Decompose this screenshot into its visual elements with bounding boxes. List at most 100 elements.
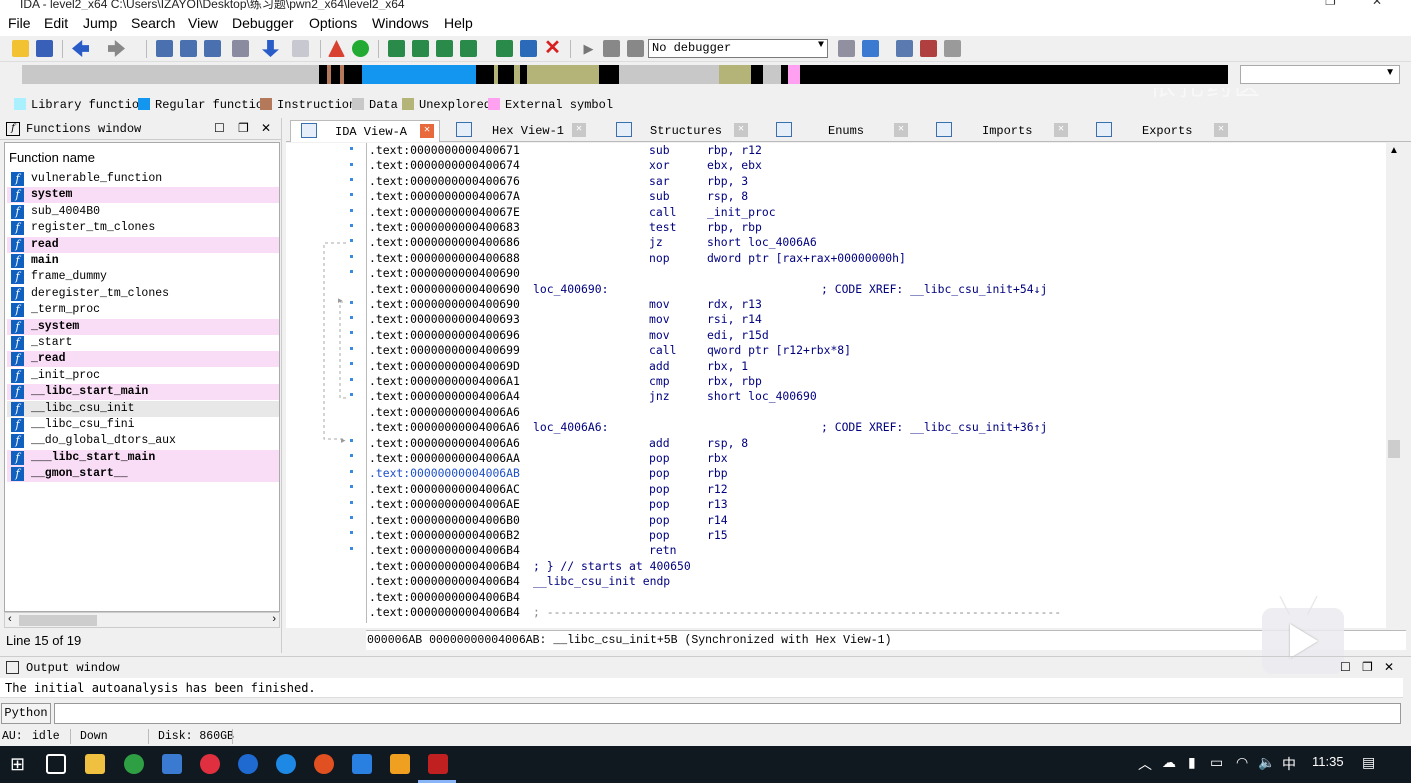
float-icon[interactable]: ❐ — [1362, 660, 1373, 674]
disasm-line[interactable]: .text:00000000004006AC pop r12 — [369, 482, 728, 497]
find-binary-icon[interactable] — [180, 40, 197, 57]
windows-start-icon[interactable]: ⊞ — [10, 754, 30, 774]
app-icon-2[interactable] — [200, 754, 220, 774]
disasm-line[interactable]: .text:00000000004006AE pop r13 — [369, 497, 728, 512]
disasm-line[interactable]: .text:0000000000400674 xor ebx, ebx — [369, 158, 762, 173]
close-icon[interactable]: ✕ — [1384, 660, 1394, 674]
clock[interactable]: 11:35 — [1312, 754, 1344, 769]
app-icon-7[interactable] — [390, 754, 410, 774]
stop-icon[interactable] — [627, 40, 644, 57]
disasm-line[interactable]: .text:00000000004006AA pop rbx — [369, 451, 728, 466]
find-immediate-icon[interactable] — [204, 40, 221, 57]
maximize-icon[interactable]: ☐ — [214, 121, 225, 135]
close-icon[interactable]: ✕ — [1372, 0, 1382, 8]
tab-imports[interactable]: Imports ✕ — [926, 120, 1076, 142]
tools-icon[interactable] — [944, 40, 961, 57]
save-icon[interactable] — [36, 40, 53, 57]
function-row[interactable]: f __do_global_dtors_aux — [7, 433, 279, 449]
column-header-function-name[interactable]: Function name — [9, 150, 95, 165]
disasm-line[interactable]: .text:00000000004006B4 retn — [369, 543, 676, 558]
python-button[interactable]: Python — [1, 703, 51, 724]
back-arrow-icon[interactable] — [72, 40, 89, 57]
disasm-line[interactable]: .text:00000000004006B0 pop r14 — [369, 513, 728, 528]
close-icon[interactable]: ✕ — [420, 124, 434, 138]
app-icon-5[interactable] — [314, 754, 334, 774]
function-row[interactable]: f deregister_tm_clones — [7, 286, 279, 302]
function-row[interactable]: f _read — [7, 351, 279, 368]
disasm-line[interactable]: .text:0000000000400683 test rbp, rbp — [369, 220, 762, 235]
jump-down-icon[interactable] — [262, 40, 279, 57]
menu-search[interactable]: Search — [131, 15, 175, 31]
power-icon[interactable]: ▭ — [1210, 754, 1223, 771]
disasm-line[interactable]: .text:00000000004006A4 jnz short loc_40069… — [369, 389, 817, 404]
disasm-line[interactable]: .text:000000000040069D add rbx, 1 — [369, 359, 748, 374]
debug-option-icon[interactable] — [838, 40, 855, 57]
refresh-icon[interactable] — [862, 40, 879, 57]
function-row[interactable]: f __gmon_start__ — [7, 466, 279, 483]
menu-jump[interactable]: Jump — [83, 15, 117, 31]
disasm-line[interactable]: .text:0000000000400688 nop dword ptr [rax+… — [369, 251, 906, 266]
ida-view-a[interactable]: ▸ ▸ .text:0000000000400671 sub rbp, r12 .te… — [286, 143, 1401, 648]
disasm-line[interactable]: .text:00000000004006B4 — [369, 590, 520, 605]
patch-icon[interactable] — [520, 40, 537, 57]
circle-icon[interactable] — [352, 40, 369, 57]
function-row[interactable]: f __libc_csu_init — [7, 400, 279, 417]
disasm-line[interactable]: .text:0000000000400690 — [369, 266, 520, 281]
func-icon-3[interactable] — [436, 40, 453, 57]
disasm-line[interactable]: .text:00000000004006A6 loc_4006A6: ; CODE … — [369, 420, 1047, 435]
delete-icon[interactable]: ✕ — [544, 38, 561, 58]
menu-debugger[interactable]: Debugger — [232, 15, 294, 31]
close-icon[interactable]: ✕ — [1214, 123, 1228, 137]
app-icon-3[interactable] — [238, 754, 258, 774]
function-row[interactable]: f vulnerable_function — [7, 171, 279, 187]
function-row[interactable]: f system — [7, 187, 279, 204]
scroll-left-icon[interactable]: ‹ — [8, 613, 12, 625]
disasm-vscrollbar[interactable]: ▲ ▼ — [1386, 143, 1401, 648]
functions-list[interactable]: Function name f vulnerable_function f syste… — [4, 142, 280, 612]
function-row[interactable]: f __libc_start_main — [7, 384, 279, 401]
function-row[interactable]: f __libc_csu_fini — [7, 417, 279, 433]
float-icon[interactable]: ❐ — [238, 121, 249, 135]
function-row[interactable]: f sub_4004B0 — [7, 204, 279, 220]
function-row[interactable]: f register_tm_clones — [7, 220, 279, 236]
disasm-line[interactable]: .text:0000000000400690 mov rdx, r13 — [369, 297, 762, 312]
disasm-line[interactable]: .text:0000000000400671 sub rbp, r12 — [369, 143, 762, 158]
disasm-line[interactable]: .text:00000000004006A6 — [369, 405, 520, 420]
pause-icon[interactable] — [603, 40, 620, 57]
search-next-icon[interactable] — [232, 40, 249, 57]
forward-arrow-icon[interactable] — [108, 40, 125, 57]
app-icon-1[interactable] — [162, 754, 182, 774]
app-icon-6[interactable] — [352, 754, 372, 774]
debugger-select[interactable]: No debugger ▼ — [648, 39, 828, 58]
wifi-icon[interactable]: ◠ — [1236, 754, 1248, 771]
menu-file[interactable]: File — [8, 15, 31, 31]
run-icon[interactable]: ▶ — [580, 40, 597, 57]
function-row[interactable]: f main — [7, 253, 279, 269]
close-icon[interactable]: ✕ — [572, 123, 586, 137]
disasm-line[interactable]: .text:00000000004006AB pop rbp — [369, 466, 728, 481]
functions-hscrollbar[interactable]: ‹ › — [4, 612, 280, 628]
function-row[interactable]: f _system — [7, 318, 279, 335]
tab-structures[interactable]: Structures ✕ — [606, 120, 756, 142]
disasm-line[interactable]: .text:00000000004006B4 ; } // starts at 4… — [369, 559, 691, 574]
chrome-icon[interactable] — [124, 754, 144, 774]
function-row[interactable]: f _init_proc — [7, 368, 279, 384]
tab-ida-view-a[interactable]: IDA View-A ✕ — [290, 120, 440, 142]
segment-combo[interactable]: ▼ — [1240, 65, 1400, 84]
volume-icon[interactable]: 🔈 — [1258, 754, 1275, 771]
battery-icon[interactable]: ▮ — [1188, 754, 1196, 771]
scroll-thumb[interactable] — [1388, 440, 1400, 458]
graph-icon[interactable] — [328, 40, 345, 57]
disasm-line[interactable]: .text:00000000004006B4 __libc_csu_init en… — [369, 574, 670, 589]
func-icon-1[interactable] — [388, 40, 405, 57]
command-input[interactable] — [54, 703, 1401, 724]
disasm-line[interactable]: .text:0000000000400690 loc_400690: ; CODE … — [369, 282, 1047, 297]
close-icon[interactable]: ✕ — [894, 123, 908, 137]
list-icon[interactable] — [896, 40, 913, 57]
disasm-line[interactable]: .text:0000000000400686 jz short loc_4006A6 — [369, 235, 817, 250]
disasm-line[interactable]: .text:00000000004006A6 add rsp, 8 — [369, 436, 748, 451]
close-icon[interactable]: ✕ — [734, 123, 748, 137]
open-icon[interactable] — [12, 40, 29, 57]
tab-exports[interactable]: Exports ✕ — [1086, 120, 1236, 142]
func-icon-5[interactable] — [496, 40, 513, 57]
